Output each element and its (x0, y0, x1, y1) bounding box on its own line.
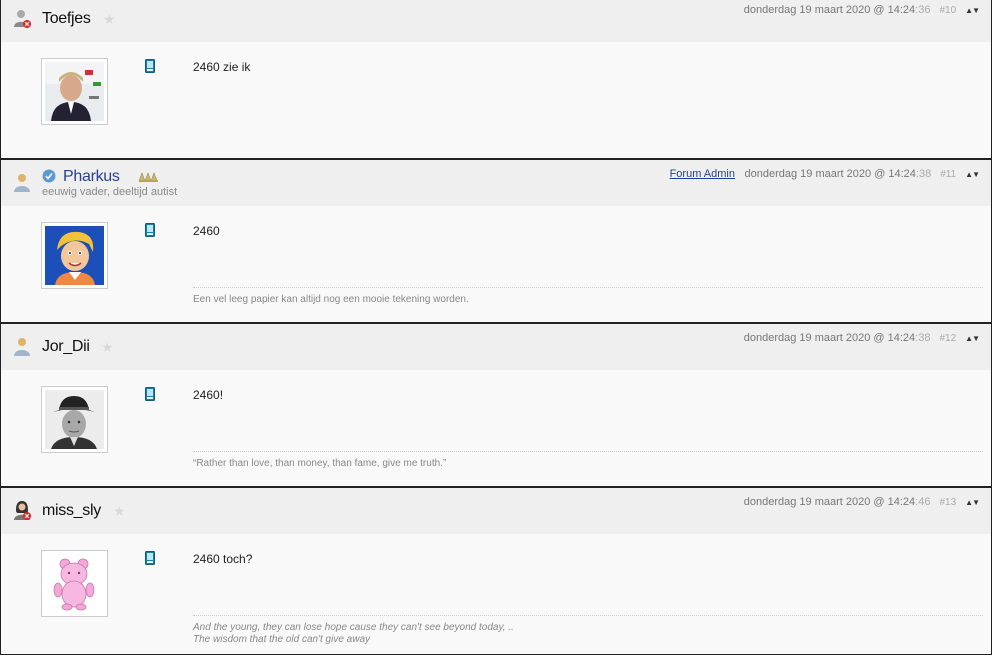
username[interactable]: Pharkus (63, 168, 120, 186)
signature-divider (193, 287, 983, 288)
post-date: donderdag 19 maart 2020 @ 14:24 (743, 496, 916, 508)
cartoon-avatar (45, 226, 104, 285)
username[interactable]: Toefjes (42, 10, 91, 28)
jump-arrows-icon[interactable]: ▲▼ (965, 6, 980, 15)
avatar[interactable] (41, 222, 108, 289)
mobile-device-icon (145, 223, 155, 237)
verified-icon (42, 169, 56, 183)
signature: “Rather than love, than money, than fame… (193, 458, 447, 469)
post-date: donderdag 19 maart 2020 @ 14:24 (743, 4, 916, 16)
avatar[interactable] (41, 386, 108, 453)
username[interactable]: Jor_Dii (42, 338, 90, 356)
post-date: donderdag 19 maart 2020 @ 14:24 (743, 332, 916, 344)
signature-line: The wisdom that the old can't give away (193, 634, 371, 645)
post-seconds: :38 (915, 332, 931, 344)
jump-arrows-icon[interactable]: ▲▼ (965, 334, 980, 343)
signature-divider (193, 451, 983, 452)
user-subtitle: eeuwig vader, deeltijd autist (42, 186, 178, 198)
post-date: donderdag 19 maart 2020 @ 14:24 (744, 168, 916, 180)
forum-admin-link[interactable]: Forum Admin (670, 168, 735, 180)
post-message: 2460! (193, 388, 224, 402)
jump-arrows-icon[interactable]: ▲▼ (965, 498, 980, 507)
post-meta: donderdag 19 maart 2020 @ 14:24:38 #11 ▲… (745, 168, 980, 180)
post-message: 2460 toch? (193, 552, 253, 566)
post-seconds: :36 (915, 4, 931, 16)
post-header (1, 324, 991, 370)
post-meta: donderdag 19 maart 2020 @ 14:24:46 #13 ▲… (743, 496, 980, 508)
post-header (1, 488, 991, 534)
star-icon: ★ (113, 503, 126, 519)
user-male-icon (14, 338, 30, 356)
signature-divider (193, 615, 983, 616)
avatar[interactable] (41, 550, 108, 617)
star-icon: ★ (103, 11, 116, 27)
signature-line: And the young, they can lose hope cause … (193, 622, 514, 633)
post-meta: donderdag 19 maart 2020 @ 14:24:38 #12 ▲… (743, 332, 980, 344)
post-message: 2460 (193, 224, 220, 238)
avatar[interactable] (41, 58, 108, 125)
rank-badge-icon (138, 172, 158, 182)
post-number-link[interactable]: #12 (939, 333, 956, 344)
person-photo-avatar (45, 62, 104, 121)
post: Pharkus eeuwig vader, deeltijd autist Fo… (0, 160, 992, 324)
user-male-offline-icon (14, 10, 31, 28)
mobile-device-icon (145, 387, 155, 401)
post-number-link[interactable]: #13 (939, 497, 956, 508)
post: miss_sly ★ donderdag 19 maart 2020 @ 14:… (0, 488, 992, 655)
username[interactable]: miss_sly (42, 502, 101, 520)
post-number-link[interactable]: #10 (939, 5, 956, 16)
user-female-offline-icon (14, 501, 31, 520)
jump-arrows-icon[interactable]: ▲▼ (965, 170, 980, 179)
user-male-icon (14, 174, 30, 192)
post-number-link[interactable]: #11 (940, 169, 956, 180)
signature: Een vel leeg papier kan altijd nog een m… (193, 294, 469, 305)
post-message: 2460 zie ik (193, 60, 251, 74)
man-with-hat-avatar (45, 390, 104, 449)
post: Jor_Dii ★ donderdag 19 maart 2020 @ 14:2… (0, 324, 992, 488)
mobile-device-icon (145, 59, 155, 73)
star-icon: ★ (101, 339, 114, 355)
post-seconds: :38 (915, 168, 932, 180)
pink-bear-avatar (45, 554, 104, 613)
post-meta: donderdag 19 maart 2020 @ 14:24:36 #10 ▲… (743, 4, 980, 16)
mobile-device-icon (145, 551, 155, 565)
post: Toefjes ★ donderdag 19 maart 2020 @ 14:2… (0, 0, 992, 160)
post-header (1, 160, 991, 206)
post-seconds: :46 (915, 496, 931, 508)
